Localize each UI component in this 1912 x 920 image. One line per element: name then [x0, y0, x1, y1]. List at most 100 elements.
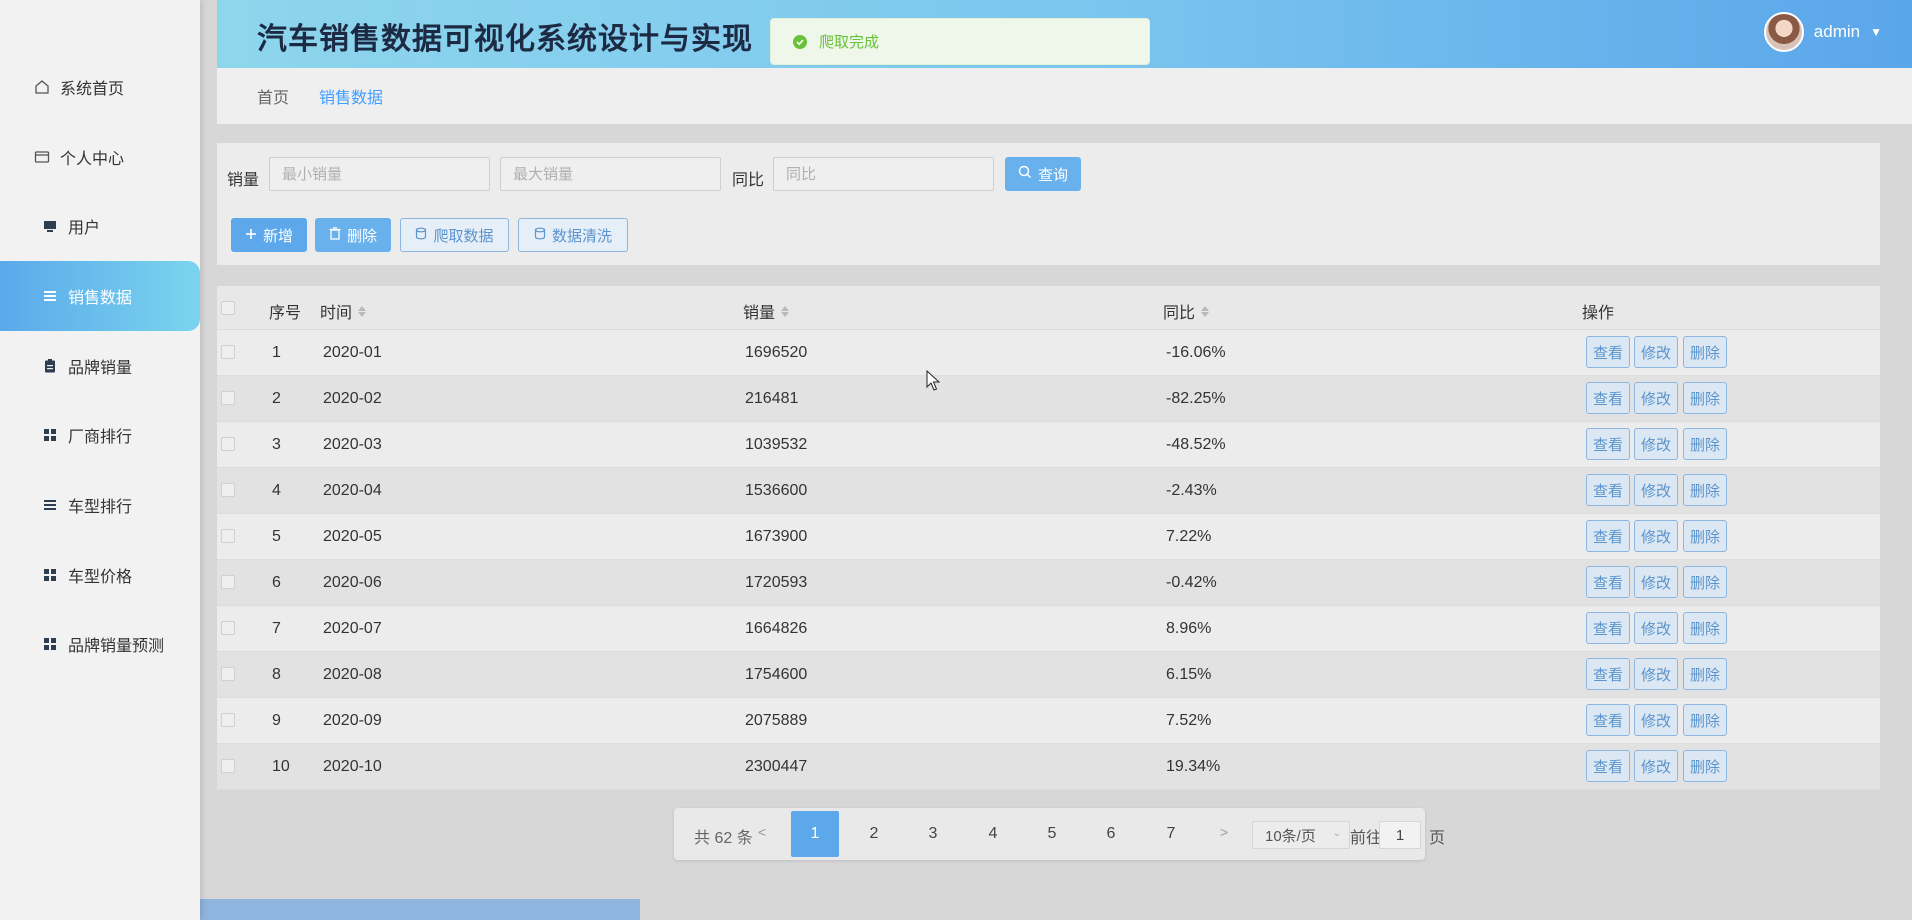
- delete-button[interactable]: 删除: [1683, 658, 1727, 690]
- next-page-button[interactable]: >: [1220, 824, 1228, 840]
- query-button[interactable]: 查询: [1005, 157, 1081, 191]
- cell-time: 2020-02: [323, 390, 382, 407]
- crawl-data-button[interactable]: 爬取数据: [400, 218, 509, 252]
- view-button[interactable]: 查看: [1586, 658, 1630, 690]
- sidebar-item-profile[interactable]: 个人中心: [0, 122, 200, 192]
- toast-message: 爬取完成: [819, 34, 880, 51]
- clean-data-button[interactable]: 数据清洗: [518, 218, 628, 252]
- edit-button[interactable]: 修改: [1634, 704, 1678, 736]
- page-5[interactable]: 5: [1028, 811, 1076, 857]
- delete-button[interactable]: 删除: [1683, 566, 1727, 598]
- delete-button[interactable]: 删除: [1683, 336, 1727, 368]
- sidebar-item-model-rank[interactable]: 车型排行: [0, 470, 200, 540]
- select-all-checkbox[interactable]: [221, 301, 235, 315]
- page-6[interactable]: 6: [1087, 811, 1135, 857]
- delete-button[interactable]: 删除: [1683, 612, 1727, 644]
- page-size-select[interactable]: 10条/页 ⌄: [1252, 821, 1350, 849]
- sidebar-item-label: 车型排行: [68, 499, 133, 516]
- header-time[interactable]: 时间: [320, 299, 367, 323]
- cell-time: 2020-04: [323, 482, 382, 499]
- view-button[interactable]: 查看: [1586, 704, 1630, 736]
- page-4[interactable]: 4: [969, 811, 1017, 857]
- edit-button[interactable]: 修改: [1634, 382, 1678, 414]
- delete-button[interactable]: 删除: [1683, 750, 1727, 782]
- page-size-value: 10条/页: [1265, 827, 1316, 845]
- page-2[interactable]: 2: [850, 811, 898, 857]
- cell-index: 6: [272, 574, 281, 591]
- table-row: 9 2020-09 2075889 7.52% 查看 修改 删除: [217, 698, 1880, 744]
- row-checkbox[interactable]: [221, 759, 235, 773]
- username[interactable]: admin: [1814, 22, 1860, 42]
- cell-index: 2: [272, 390, 281, 407]
- row-checkbox[interactable]: [221, 575, 235, 589]
- cell-yoy: -82.25%: [1166, 390, 1226, 407]
- sidebar-item-brand-forecast[interactable]: 品牌销量预测: [0, 609, 200, 679]
- sidebar-item-sales-data[interactable]: 销售数据: [0, 261, 200, 331]
- page-7[interactable]: 7: [1147, 811, 1195, 857]
- sort-icon[interactable]: [781, 305, 790, 317]
- edit-button[interactable]: 修改: [1634, 750, 1678, 782]
- yoy-input[interactable]: [773, 157, 994, 191]
- page-3[interactable]: 3: [909, 811, 957, 857]
- grid-icon: [42, 567, 58, 583]
- breadcrumb-home[interactable]: 首页: [257, 84, 289, 108]
- edit-button[interactable]: 修改: [1634, 566, 1678, 598]
- row-checkbox[interactable]: [221, 621, 235, 635]
- sidebar-item-maker-rank[interactable]: 厂商排行: [0, 400, 200, 470]
- row-checkbox[interactable]: [221, 529, 235, 543]
- delete-button[interactable]: 删除: [1683, 474, 1727, 506]
- row-checkbox[interactable]: [221, 713, 235, 727]
- sort-icon[interactable]: [358, 305, 367, 317]
- header-yoy[interactable]: 同比: [1163, 299, 1210, 323]
- cell-index: 1: [272, 344, 281, 361]
- pagination-total: 共 62 条: [694, 830, 753, 847]
- cell-index: 8: [272, 666, 281, 683]
- row-checkbox[interactable]: [221, 391, 235, 405]
- row-checkbox[interactable]: [221, 667, 235, 681]
- prev-page-button[interactable]: <: [758, 824, 766, 840]
- max-sales-input[interactable]: [500, 157, 721, 191]
- edit-button[interactable]: 修改: [1634, 336, 1678, 368]
- cell-sales: 1664826: [745, 620, 808, 637]
- sidebar-item-brand-sales[interactable]: 品牌销量: [0, 331, 200, 401]
- row-checkbox[interactable]: [221, 437, 235, 451]
- min-sales-input[interactable]: [269, 157, 490, 191]
- view-button[interactable]: 查看: [1586, 750, 1630, 782]
- goto-page-input[interactable]: [1379, 821, 1421, 849]
- edit-button[interactable]: 修改: [1634, 474, 1678, 506]
- row-checkbox[interactable]: [221, 483, 235, 497]
- view-button[interactable]: 查看: [1586, 382, 1630, 414]
- view-button[interactable]: 查看: [1586, 428, 1630, 460]
- add-button[interactable]: 新增: [231, 218, 307, 252]
- delete-button[interactable]: 删除: [1683, 382, 1727, 414]
- edit-button[interactable]: 修改: [1634, 658, 1678, 690]
- delete-button[interactable]: 删除: [1683, 428, 1727, 460]
- cell-sales: 1696520: [745, 344, 808, 361]
- view-button[interactable]: 查看: [1586, 520, 1630, 552]
- sidebar-item-users[interactable]: 用户: [0, 191, 200, 261]
- cell-time: 2020-09: [323, 712, 382, 729]
- crawl-data-label: 爬取数据: [433, 227, 494, 245]
- view-button[interactable]: 查看: [1586, 566, 1630, 598]
- row-checkbox[interactable]: [221, 345, 235, 359]
- sort-icon[interactable]: [1201, 305, 1210, 317]
- bulk-delete-button[interactable]: 删除: [315, 218, 391, 252]
- view-button[interactable]: 查看: [1586, 336, 1630, 368]
- table-row: 5 2020-05 1673900 7.22% 查看 修改 删除: [217, 514, 1880, 560]
- caret-down-icon[interactable]: ▼: [1870, 25, 1882, 39]
- user-menu[interactable]: admin ▼: [1763, 12, 1882, 52]
- edit-button[interactable]: 修改: [1634, 428, 1678, 460]
- cell-sales: 2300447: [745, 758, 808, 775]
- sidebar-item-home[interactable]: 系统首页: [0, 52, 200, 122]
- page-1[interactable]: 1: [791, 811, 839, 857]
- delete-button[interactable]: 删除: [1683, 520, 1727, 552]
- view-button[interactable]: 查看: [1586, 612, 1630, 644]
- delete-button[interactable]: 删除: [1683, 704, 1727, 736]
- edit-button[interactable]: 修改: [1634, 612, 1678, 644]
- avatar[interactable]: [1763, 12, 1804, 52]
- sidebar-item-model-price[interactable]: 车型价格: [0, 540, 200, 610]
- query-button-label: 查询: [1037, 166, 1068, 184]
- view-button[interactable]: 查看: [1586, 474, 1630, 506]
- header-sales[interactable]: 销量: [743, 299, 790, 323]
- edit-button[interactable]: 修改: [1634, 520, 1678, 552]
